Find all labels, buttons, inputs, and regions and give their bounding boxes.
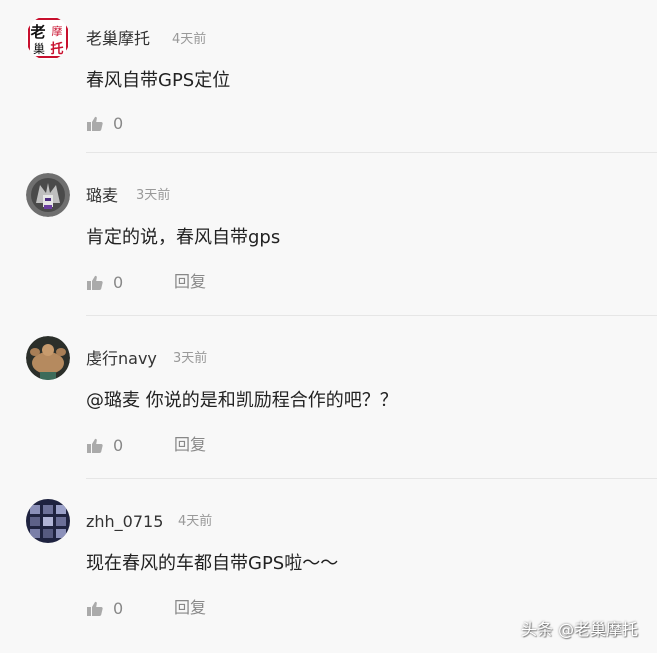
comment-item: 老 摩 巢 托 老巢摩托 4天前 春风自带GPS定位 0 [0, 0, 657, 153]
comment-username[interactable]: 璐麦 [86, 186, 118, 206]
comment-time: 4天前 [178, 514, 213, 529]
like-count: 0 [113, 436, 124, 455]
comment-username[interactable]: 老巢摩托 [86, 29, 150, 49]
avatar[interactable] [26, 336, 70, 380]
photo-grid-avatar-image [26, 499, 70, 543]
robot-avatar-image [26, 173, 70, 217]
comment-content: 春风自带GPS定位 [86, 70, 231, 91]
avatar[interactable]: 老 摩 巢 托 [26, 16, 70, 60]
avatar[interactable] [26, 499, 70, 543]
comment-content: @璐麦 你说的是和凯励程合作的吧？？ [86, 390, 398, 411]
bodybuilder-avatar-image [26, 336, 70, 380]
like-count: 0 [113, 599, 124, 618]
watermark: 头条 @老巢摩托 [521, 620, 639, 639]
svg-text:托: 托 [50, 41, 63, 57]
thumbs-up-icon[interactable] [87, 601, 103, 617]
thumbs-up-icon[interactable] [87, 116, 103, 132]
avatar[interactable] [26, 173, 70, 217]
svg-text:巢: 巢 [33, 42, 45, 56]
like-count: 0 [113, 114, 124, 133]
comment-item: 璐麦 3天前 肯定的说，春风自带gps 0 回复 [0, 153, 657, 316]
reply-button[interactable]: 回复 [174, 272, 206, 292]
svg-text:老: 老 [29, 23, 45, 41]
brand-logo-avatar: 老 摩 巢 托 [26, 16, 70, 60]
comment-content: 现在春风的车都自带GPS啦～～ [86, 553, 339, 574]
comment-time: 4天前 [172, 32, 207, 47]
reply-button[interactable]: 回复 [174, 435, 206, 455]
thumbs-up-icon[interactable] [87, 275, 103, 291]
comment-time: 3天前 [136, 188, 171, 203]
thumbs-up-icon[interactable] [87, 438, 103, 454]
comment-username[interactable]: 虔行navy [86, 349, 157, 369]
comment-item: 虔行navy 3天前 @璐麦 你说的是和凯励程合作的吧？？ 0 回复 [0, 316, 657, 479]
comment-username[interactable]: zhh_0715 [86, 512, 163, 532]
svg-text:摩: 摩 [52, 24, 63, 38]
reply-button[interactable]: 回复 [174, 598, 206, 618]
comment-content: 肯定的说，春风自带gps [86, 227, 281, 248]
like-count: 0 [113, 273, 124, 292]
comment-time: 3天前 [173, 351, 208, 366]
